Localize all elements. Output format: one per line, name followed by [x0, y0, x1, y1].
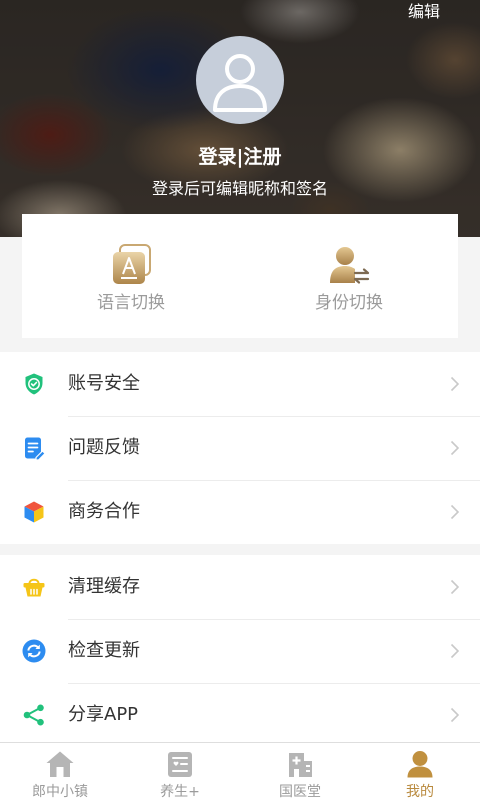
menu-item-label: 商务合作	[68, 501, 140, 522]
menu-item-check-update[interactable]: 检查更新	[0, 619, 480, 683]
tab-langzhong-town[interactable]: 郎中小镇	[0, 743, 120, 800]
menu-item-account-security[interactable]: 账号安全	[0, 352, 480, 416]
menu-item-label: 账号安全	[68, 373, 140, 394]
refresh-icon	[22, 639, 46, 663]
menu-group-account: 账号安全 问题反馈 商务合作	[0, 352, 480, 544]
tab-label: 养生+	[160, 784, 200, 800]
menu-item-business-cooperation[interactable]: 商务合作	[0, 480, 480, 544]
language-icon	[109, 243, 153, 287]
language-switch-button[interactable]: 语言切换	[22, 214, 240, 338]
login-hint-text: 登录后可编辑昵称和签名	[151, 179, 328, 198]
identity-switch-label: 身份切换	[315, 293, 383, 313]
person-icon	[405, 749, 435, 779]
quick-actions-card: 语言切换 身份切换	[22, 214, 458, 338]
shield-icon	[22, 372, 46, 396]
tab-wellness[interactable]: 养生+	[120, 743, 240, 800]
hospital-icon	[285, 749, 315, 779]
chevron-right-icon	[450, 376, 460, 392]
menu-item-feedback[interactable]: 问题反馈	[0, 416, 480, 480]
chevron-right-icon	[450, 643, 460, 659]
wellness-card-icon	[165, 749, 195, 779]
tab-label: 我的	[406, 784, 434, 800]
feedback-document-icon	[22, 436, 46, 460]
share-icon	[22, 703, 46, 727]
profile-screen: 编辑 登录|注册 登录后可编辑昵称和签名 语言切换 身份切换 账号安全 问题反馈…	[0, 0, 480, 800]
tab-label: 郎中小镇	[32, 784, 88, 800]
menu-item-label: 检查更新	[68, 640, 140, 661]
menu-group-system: 清理缓存 检查更新 分享APP	[0, 555, 480, 747]
menu-item-clear-cache[interactable]: 清理缓存	[0, 555, 480, 619]
language-switch-label: 语言切换	[97, 293, 165, 313]
default-avatar-icon	[196, 36, 284, 124]
identity-switch-button[interactable]: 身份切换	[240, 214, 458, 338]
menu-item-label: 问题反馈	[68, 437, 140, 458]
chevron-right-icon	[450, 579, 460, 595]
chevron-right-icon	[450, 707, 460, 723]
menu-item-share-app[interactable]: 分享APP	[0, 683, 480, 747]
tab-label: 国医堂	[279, 784, 321, 800]
login-register-link[interactable]: 登录|注册	[140, 145, 340, 169]
tab-national-medicine-hall[interactable]: 国医堂	[240, 743, 360, 800]
cube-icon	[22, 500, 46, 524]
identity-switch-icon	[327, 243, 371, 287]
menu-item-label: 清理缓存	[68, 576, 140, 597]
edit-button[interactable]: 编辑	[404, 2, 444, 22]
house-icon	[45, 749, 75, 779]
menu-item-label: 分享APP	[68, 704, 139, 725]
tab-mine[interactable]: 我的	[360, 743, 480, 800]
chevron-right-icon	[450, 440, 460, 456]
avatar[interactable]	[196, 36, 284, 124]
chevron-right-icon	[450, 504, 460, 520]
basket-icon	[22, 575, 46, 599]
bottom-tab-bar: 郎中小镇 养生+ 国医堂 我的	[0, 742, 480, 800]
